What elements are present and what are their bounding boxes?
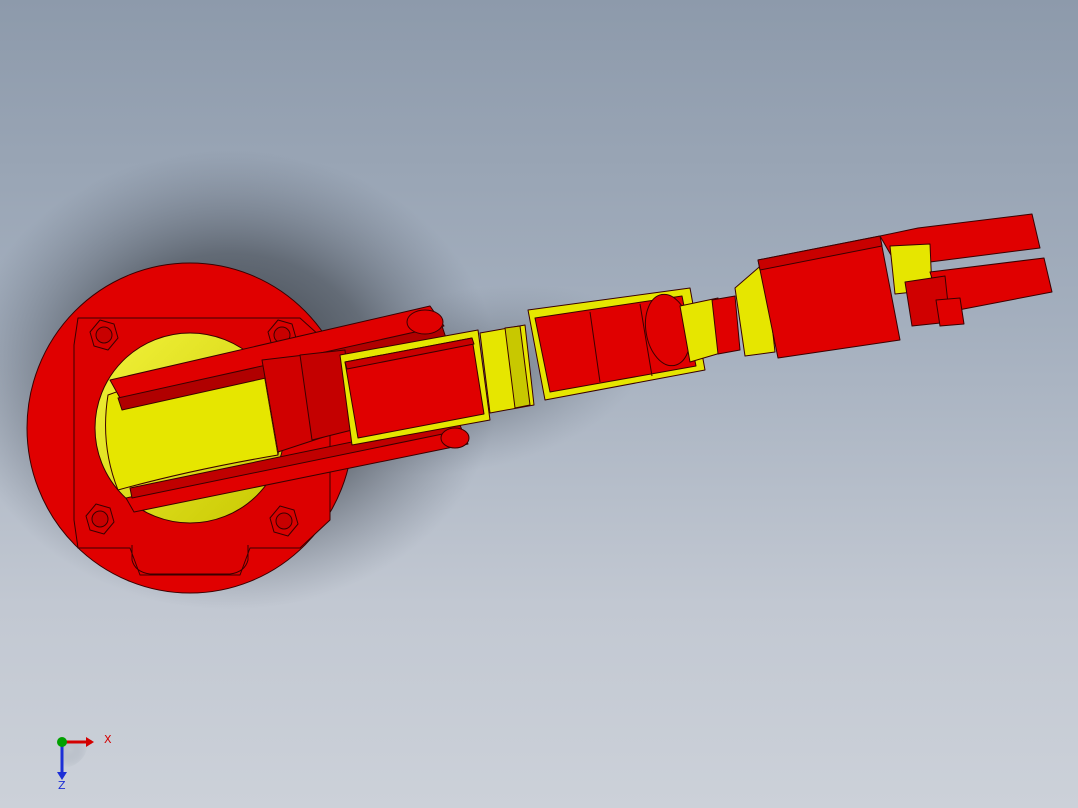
graphics-viewport[interactable] — [0, 0, 1078, 808]
z-axis-label: Z — [58, 779, 66, 792]
forearm-collar[interactable] — [479, 324, 535, 414]
wrist-connector[interactable] — [679, 295, 741, 363]
gripper-body[interactable] — [734, 235, 901, 359]
x-axis-label: X — [104, 733, 112, 746]
reference-triad: X Z — [48, 728, 118, 792]
y-axis-dot — [57, 737, 67, 747]
